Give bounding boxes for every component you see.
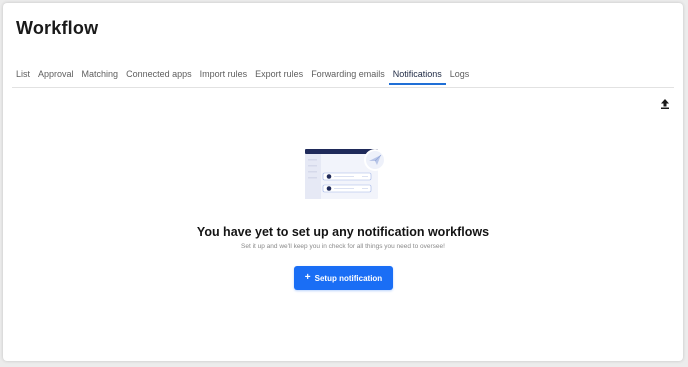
notification-workflow-illustration <box>300 145 390 205</box>
tab-list[interactable]: List <box>12 67 34 85</box>
plus-icon: + <box>304 272 311 283</box>
tab-matching[interactable]: Matching <box>78 67 123 85</box>
empty-state-title: You have yet to set up any notification … <box>196 225 490 239</box>
tab-connected-apps[interactable]: Connected apps <box>122 67 196 85</box>
page-title: Workflow <box>16 18 99 38</box>
upload-button[interactable] <box>659 97 671 109</box>
tab-approval[interactable]: Approval <box>34 67 78 85</box>
setup-notification-button[interactable]: + Setup notification <box>294 266 393 290</box>
tab-logs[interactable]: Logs <box>446 67 474 85</box>
upload-icon <box>661 99 669 109</box>
tab-import-rules[interactable]: Import rules <box>196 67 252 85</box>
tab-notifications[interactable]: Notifications <box>388 67 446 85</box>
empty-state-subtitle: Set it up and we'll keep you in check fo… <box>241 243 445 250</box>
tab-bar: List Approval Matching Connected apps Im… <box>12 67 674 88</box>
main-card: Workflow List Approval Matching Connecte… <box>3 3 683 361</box>
tab-forwarding-emails[interactable]: Forwarding emails <box>307 67 389 85</box>
setup-notification-label: Setup notification <box>314 273 383 283</box>
tab-export-rules[interactable]: Export rules <box>251 67 307 85</box>
